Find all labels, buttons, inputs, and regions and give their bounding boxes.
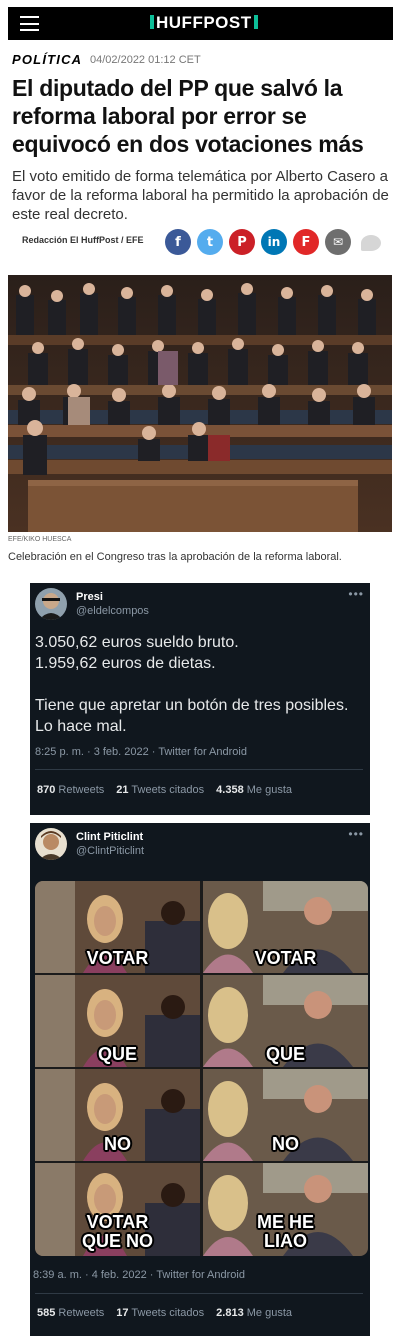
article-photo	[8, 275, 392, 532]
divider	[35, 1293, 363, 1294]
congress-photo-illustration	[8, 275, 392, 532]
meme-image[interactable]: VOTAR VOTAR QUE QUE NO NO VOTAR QUE NO M…	[35, 881, 368, 1256]
meme-caption: NO	[104, 1134, 131, 1154]
avatar-image	[35, 588, 67, 620]
more-options-icon[interactable]: •••	[348, 587, 364, 601]
meme-panel-left: VOTAR	[35, 881, 200, 973]
tweet-author-name[interactable]: Clint Piticlint	[76, 831, 143, 843]
tweet-stats: 585 Retweets 17 Tweets citados 2.813 Me …	[37, 1307, 304, 1319]
meme-caption: NO	[272, 1134, 299, 1154]
comments-icon[interactable]	[361, 235, 381, 251]
pinterest-icon[interactable]: P	[229, 229, 255, 255]
site-header: HUFFPOST	[8, 7, 393, 40]
flipboard-icon[interactable]: F	[293, 229, 319, 255]
divider	[35, 769, 363, 770]
meme-panel-right: ME HE LIAO	[203, 1163, 368, 1256]
meme-panel-right: VOTAR	[203, 881, 368, 973]
tweet-text: 3.050,62 euros sueldo bruto. 1.959,62 eu…	[35, 634, 349, 735]
meme-caption: ME HE LIAO	[256, 1212, 314, 1251]
tweet-timestamp[interactable]: 8:25 p. m. · 3 feb. 2022 · Twitter for A…	[35, 746, 247, 758]
tweet-author-name[interactable]: Presi	[76, 591, 103, 603]
avatar[interactable]	[35, 828, 67, 860]
article-byline: Redacción El HuffPost / EFE	[22, 235, 144, 245]
tweet-card[interactable]: Presi @eldelcompos ••• 3.050,62 euros su…	[30, 583, 370, 815]
likes-stat[interactable]: 2.813 Me gusta	[216, 1307, 292, 1319]
meme-caption: QUE	[265, 1044, 305, 1064]
quotes-stat[interactable]: 21 Tweets citados	[116, 784, 204, 796]
more-options-icon[interactable]: •••	[348, 827, 364, 841]
meme-panel-left: QUE	[35, 975, 200, 1067]
article-subhead: El voto emitido de forma telemática por …	[12, 168, 389, 223]
likes-stat[interactable]: 4.358 Me gusta	[216, 784, 292, 796]
avatar-image	[35, 828, 67, 860]
hamburger-icon[interactable]	[20, 16, 39, 31]
tweet-card[interactable]: Clint Piticlint @ClintPiticlint ••• VOTA…	[30, 823, 370, 1336]
article-headline: El diputado del PP que salvó la reforma …	[12, 75, 364, 157]
twitter-icon[interactable]: t	[197, 229, 223, 255]
meme-panel-right: QUE	[203, 975, 368, 1067]
facebook-icon[interactable]: f	[165, 229, 191, 255]
huffpost-logo[interactable]: HUFFPOST	[148, 13, 260, 33]
quotes-stat[interactable]: 17 Tweets citados	[116, 1307, 204, 1319]
tweet-stats: 870 Retweets 21 Tweets citados 4.358 Me …	[37, 784, 304, 796]
article-datetime: 04/02/2022 01:12 CET	[90, 54, 201, 66]
meme-caption: VOTAR	[254, 948, 317, 968]
photo-credit: EFE/KIKO HUESCA	[8, 536, 72, 543]
meme-panel-left: VOTAR QUE NO	[35, 1163, 200, 1256]
meme-caption: VOTAR QUE NO	[81, 1212, 153, 1251]
meme-panel-left: NO	[35, 1069, 200, 1161]
tweet-timestamp[interactable]: 8:39 a. m. · 4 feb. 2022 · Twitter for A…	[33, 1269, 245, 1281]
retweets-stat[interactable]: 585 Retweets	[37, 1307, 104, 1319]
email-icon[interactable]: ✉	[325, 229, 351, 255]
meme-panel-right: NO	[203, 1069, 368, 1161]
photo-caption: Celebración en el Congreso tras la aprob…	[8, 551, 342, 563]
tweet-author-handle[interactable]: @ClintPiticlint	[76, 845, 144, 857]
avatar[interactable]	[35, 588, 67, 620]
meme-caption: QUE	[97, 1044, 137, 1064]
linkedin-icon[interactable]: in	[261, 229, 287, 255]
retweets-stat[interactable]: 870 Retweets	[37, 784, 104, 796]
section-label[interactable]: POLÍTICA	[12, 52, 82, 67]
tweet-author-handle[interactable]: @eldelcompos	[76, 605, 149, 617]
meme-caption: VOTAR	[86, 948, 149, 968]
share-buttons: f t P in F ✉	[165, 229, 381, 255]
